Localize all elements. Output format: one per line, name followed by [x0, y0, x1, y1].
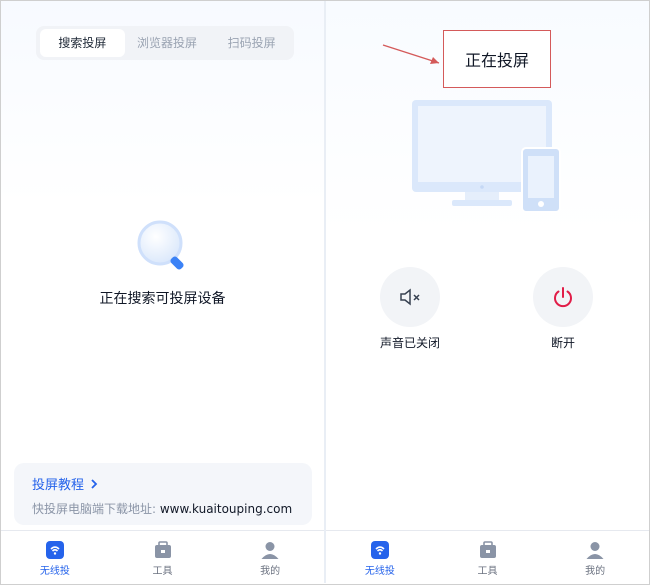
- nav-label-tools: 工具: [152, 566, 173, 577]
- speaker-muted-icon: [400, 288, 420, 306]
- chevron-right-icon: [91, 478, 98, 489]
- nav-item-tools[interactable]: 工具: [109, 531, 217, 583]
- disconnect-label: 断开: [550, 336, 575, 350]
- cast-mode-tabs: 搜索投屏 浏览器投屏 扫码投屏: [36, 26, 294, 60]
- download-prefix: 快投屏电脑端下载地址:: [32, 502, 160, 516]
- profile-icon: [586, 542, 604, 559]
- casting-status-label: 正在投屏: [443, 30, 551, 88]
- wireless-cast-icon: [45, 541, 64, 559]
- nav-item-wireless[interactable]: 无线投: [1, 531, 109, 583]
- download-url[interactable]: www.kuaitouping.com: [160, 502, 292, 516]
- monitor-phone-icon: [412, 100, 561, 213]
- disconnect-button[interactable]: [533, 267, 593, 327]
- mute-button[interactable]: [380, 267, 440, 327]
- toolbox-icon: [479, 541, 496, 558]
- tutorial-link[interactable]: 投屏教程: [32, 474, 98, 493]
- download-address: 快投屏电脑端下载地址: www.kuaitouping.com: [32, 500, 292, 517]
- bottom-nav-right: 无线投 工具 我的: [326, 530, 649, 583]
- nav-label-wireless-right: 无线投: [364, 566, 395, 577]
- nav-item-wireless-right[interactable]: 无线投: [326, 531, 434, 583]
- magnifier-icon: [137, 220, 184, 270]
- nav-item-tools-right[interactable]: 工具: [434, 531, 542, 583]
- nav-label-wireless: 无线投: [39, 566, 70, 577]
- nav-label-tools-right: 工具: [477, 566, 498, 577]
- tab-browser-cast[interactable]: 浏览器投屏: [125, 29, 210, 57]
- annotation-arrow-icon: [382, 44, 440, 64]
- power-icon: [554, 287, 572, 308]
- profile-icon: [261, 542, 279, 559]
- tab-scan-cast[interactable]: 扫码投屏: [209, 29, 294, 57]
- left-screen: 搜索投屏 浏览器投屏 扫码投屏 正在搜索可投屏设备 投屏教程 快投屏电脑端下载地…: [1, 1, 324, 583]
- tutorial-title: 投屏教程: [32, 478, 85, 493]
- tab-search-cast[interactable]: 搜索投屏: [40, 29, 125, 57]
- searching-status: 正在搜索可投屏设备: [99, 291, 226, 307]
- nav-item-mine-right[interactable]: 我的: [541, 531, 649, 583]
- nav-item-mine[interactable]: 我的: [216, 531, 324, 583]
- right-screen: 正在投屏 声音已关闭 断开 无线投 工具 我的: [326, 1, 649, 583]
- tutorial-card[interactable]: 投屏教程 快投屏电脑端下载地址: www.kuaitouping.com: [14, 463, 312, 525]
- wireless-cast-icon: [370, 541, 389, 559]
- nav-label-mine: 我的: [260, 566, 281, 577]
- nav-label-mine-right: 我的: [585, 566, 606, 577]
- toolbox-icon: [154, 541, 171, 558]
- bottom-nav: 无线投 工具 我的: [1, 530, 324, 583]
- mute-label: 声音已关闭: [379, 336, 440, 350]
